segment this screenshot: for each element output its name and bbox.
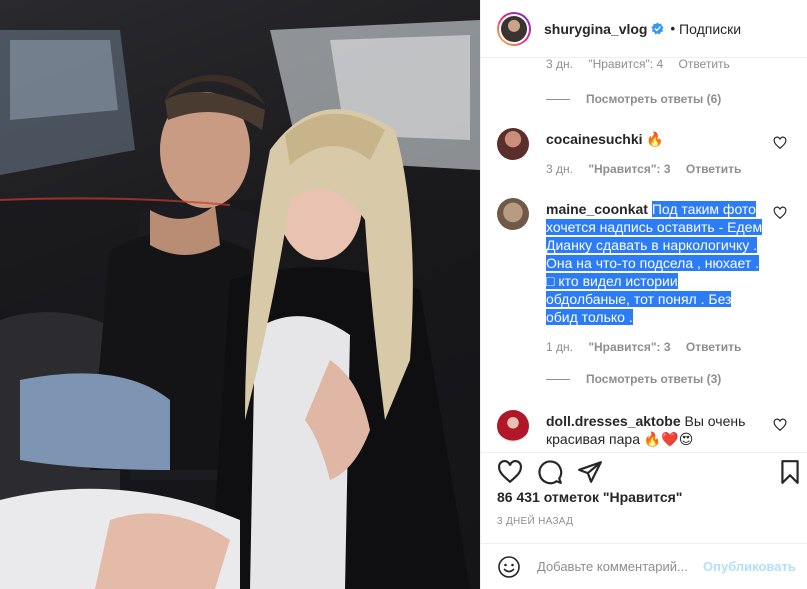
comment-meta: 3 дн. "Нравится": 3 Ответить: [546, 162, 753, 176]
commenter-username[interactable]: doll.dresses_aktobe: [546, 413, 681, 429]
comment-time: 1 дн.: [546, 340, 573, 354]
author-username[interactable]: shurygina_vlog: [544, 21, 647, 37]
comments-list[interactable]: 3 дн. "Нравится": 4 Ответить Посмотреть …: [481, 58, 807, 452]
post-sidebar: shurygina_vlog • Подписки 3 дн. "Нравитс…: [480, 0, 807, 589]
comment-likes[interactable]: "Нравится": 3: [588, 162, 670, 176]
heart-icon[interactable]: [773, 418, 787, 432]
commenter-username[interactable]: maine_coonkat: [546, 201, 648, 217]
publish-button[interactable]: Опубликовать: [703, 559, 796, 574]
comment-text-line: □ кто видел истории: [546, 273, 678, 289]
comment-text-line: обид только .: [546, 309, 633, 325]
comment-text-line: хочется надпись оставить - Едем: [546, 219, 763, 235]
comment-likes[interactable]: "Нравится": 4: [588, 58, 663, 71]
commenter-avatar[interactable]: [497, 198, 529, 230]
comment-text-line: Она на что-то подсела , нюхает .: [546, 255, 760, 271]
reply-button[interactable]: Ответить: [686, 340, 741, 354]
post-photo[interactable]: [0, 0, 480, 589]
comment-text: 🔥: [646, 131, 664, 147]
reply-button[interactable]: Ответить: [678, 58, 729, 71]
commenter-avatar[interactable]: [497, 128, 529, 160]
comment-text: красивая пара 🔥❤️😍: [546, 431, 694, 447]
comment-time: 3 дн.: [546, 58, 573, 71]
author-avatar[interactable]: [497, 11, 531, 46]
comment-text-line: обдолбаные, тот понял . Без: [546, 291, 732, 307]
smile-icon[interactable]: [497, 555, 521, 579]
commenter-username[interactable]: cocainesuchki: [546, 131, 643, 147]
comment-input[interactable]: Добавьте комментарий...: [537, 559, 688, 574]
comment-text-line: Под таким фото: [651, 201, 756, 217]
comment-likes[interactable]: "Нравится": 3: [588, 340, 670, 354]
heart-icon[interactable]: [497, 459, 523, 485]
comment-icon[interactable]: [537, 459, 563, 485]
comment-text: Вы очень: [684, 413, 746, 429]
reply-button[interactable]: Ответить: [686, 162, 741, 176]
verified-icon: [651, 22, 665, 35]
post-header: shurygina_vlog • Подписки: [481, 0, 807, 58]
add-comment-bar: Добавьте комментарий... Опубликовать: [481, 543, 807, 589]
photo-illustration: [0, 20, 480, 589]
comment-meta: 3 дн. "Нравится": 4 Ответить: [546, 58, 742, 71]
share-icon[interactable]: [577, 459, 603, 485]
view-replies-button[interactable]: Посмотреть ответы (3): [546, 372, 721, 386]
header-separator: •: [670, 21, 676, 36]
heart-icon[interactable]: [773, 136, 787, 150]
post-timestamp[interactable]: 3 ДНЕЙ НАЗАД: [497, 516, 573, 527]
likes-count[interactable]: 86 431 отметок "Нравится": [497, 489, 682, 505]
following-button[interactable]: Подписки: [679, 21, 741, 37]
commenter-avatar[interactable]: [497, 410, 529, 442]
heart-icon[interactable]: [773, 206, 787, 220]
comment-text-line: Дианку сдавать в наркологичку .: [546, 237, 758, 253]
view-replies-button[interactable]: Посмотреть ответы (6): [546, 92, 721, 106]
bookmark-icon[interactable]: [777, 459, 803, 485]
post-actions: [481, 452, 807, 494]
comment-meta: 1 дн. "Нравится": 3 Ответить: [546, 340, 753, 354]
comment-time: 3 дн.: [546, 162, 573, 176]
